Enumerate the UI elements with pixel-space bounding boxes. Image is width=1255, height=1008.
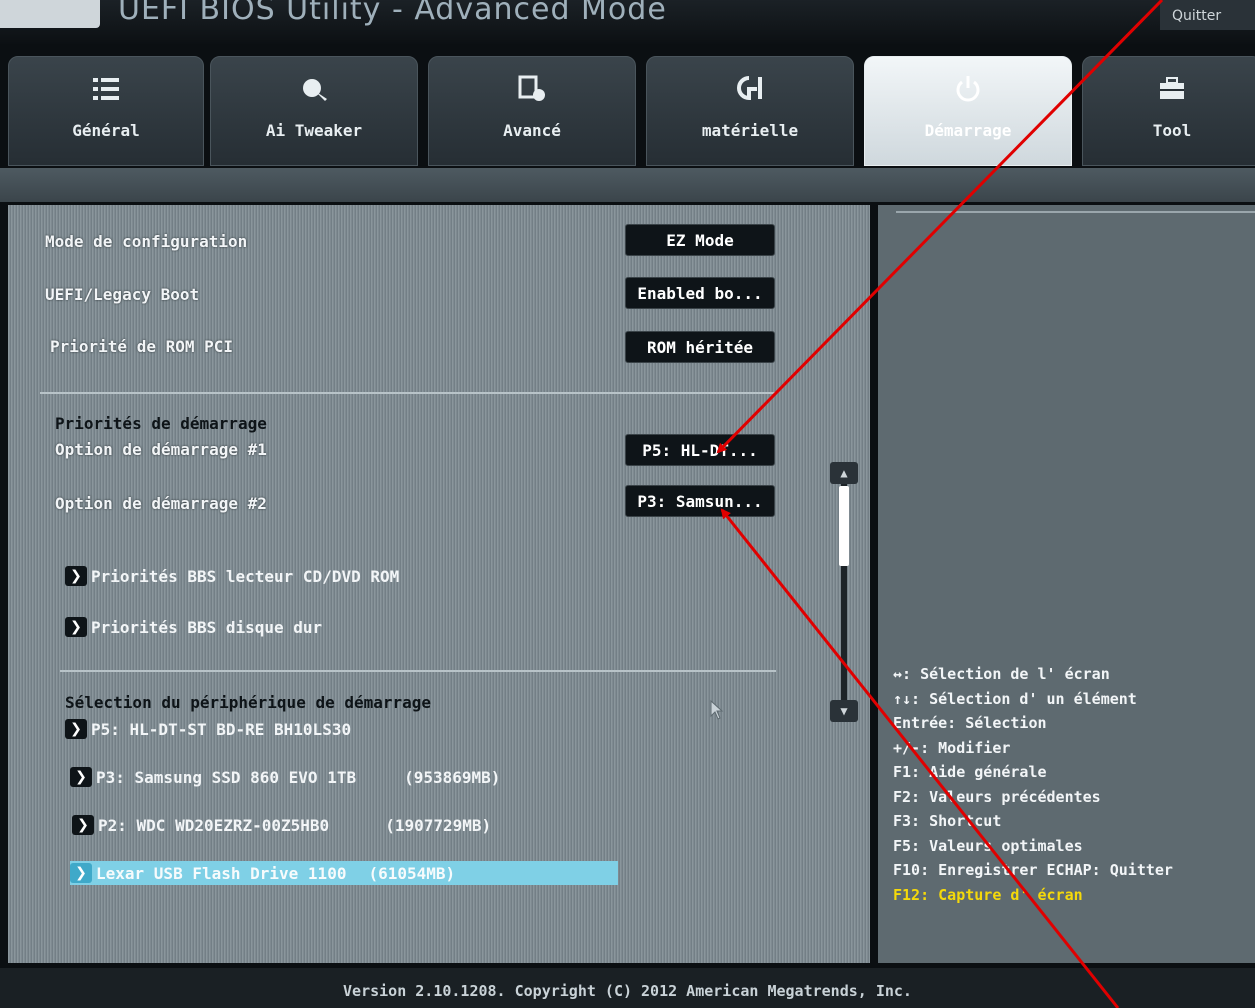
divider [60, 670, 776, 672]
help-line: F2: Valeurs précédentes [893, 787, 1101, 806]
key-help: ↔: Sélection de l' écran ↑↓: Sélection d… [893, 662, 1253, 907]
footer: Version 2.10.1208. Copyright (C) 2012 Am… [0, 968, 1255, 1008]
help-line: ↔: Sélection de l' écran [893, 665, 1110, 683]
tab-label: matérielle [701, 121, 799, 140]
device-name: Lexar USB Flash Drive 1100 [96, 863, 347, 883]
boot-option-2-label: Option de démarrage #2 [55, 494, 267, 513]
help-line: F10: Enregistrer ECHAP: Quitter [893, 861, 1173, 879]
tab-label: Avancé [503, 121, 561, 140]
boot-option-2-button[interactable]: P3: Samsun... [625, 485, 775, 517]
scroll-thumb[interactable] [839, 486, 849, 566]
advanced-icon [518, 75, 545, 101]
boot-device-item[interactable]: ❯ P2: WDC WD20EZRZ-00Z5HB0 (1907729MB) [72, 815, 491, 835]
boot-device-item[interactable]: ❯ Lexar USB Flash Drive 1100 (61054MB) [70, 861, 618, 885]
help-line: F3: Shortcut [893, 812, 1002, 830]
uefi-boot-button[interactable]: Enabled bo... [625, 277, 775, 309]
bbs-cdrom-link[interactable]: ❯ Priorités BBS lecteur CD/DVD ROM [65, 566, 399, 586]
help-line: F12: Capture d' écran [893, 885, 1083, 904]
tweaker-icon [303, 79, 327, 101]
bbs-hdd-link[interactable]: ❯ Priorités BBS disque dur [65, 617, 322, 637]
asus-logo [0, 0, 100, 28]
title-bar: UEFI BIOS Utility - Advanced Mode Quitte… [0, 0, 1255, 44]
bbs-cdrom-label: Priorités BBS lecteur CD/DVD ROM [91, 566, 400, 586]
version-text: Version 2.10.1208. Copyright (C) 2012 Am… [343, 982, 912, 1000]
help-line: F5: Valeurs optimales [893, 836, 1083, 855]
device-name: P2: WDC WD20EZRZ-00Z5HB0 [98, 815, 330, 835]
exit-button[interactable]: Quitter [1160, 0, 1255, 30]
tab-ai-tweaker[interactable]: Ai Tweaker [210, 56, 418, 166]
selected-boot-device[interactable]: ❯ Lexar USB Flash Drive 1100 (61054MB) [70, 861, 618, 885]
tab-label: Ai Tweaker [265, 121, 363, 140]
monitor-icon [737, 76, 762, 101]
boot-option-1-label: Option de démarrage #1 [55, 440, 267, 459]
sub-bar [0, 168, 1255, 202]
pci-rom-button[interactable]: ROM héritée [625, 331, 775, 363]
device-name: P5: HL-DT-ST BD-RE BH10LS30 [91, 719, 352, 739]
chevron-right-icon: ❯ [72, 815, 94, 835]
tab-boot[interactable]: Démarrage [864, 56, 1072, 166]
boot-device-item[interactable]: ❯ P5: HL-DT-ST BD-RE BH10LS30 [65, 719, 351, 739]
device-size: (953869MB) [404, 767, 501, 787]
chevron-right-icon: ❯ [70, 767, 92, 787]
boot-priorities-heading: Priorités de démarrage [55, 414, 267, 433]
device-size: (61054MB) [368, 863, 456, 883]
pci-rom-label: Priorité de ROM PCI [50, 337, 234, 356]
bios-title: UEFI BIOS Utility - Advanced Mode [118, 0, 667, 27]
tab-label: Tool [1152, 121, 1192, 140]
chevron-right-icon: ❯ [65, 566, 87, 586]
toolbox-icon [1160, 77, 1184, 99]
scroll-up-button[interactable]: ▲ [830, 462, 858, 484]
main-tabs: Général Ai Tweaker Avancé matérielle Dém… [0, 50, 1255, 170]
chevron-right-icon: ❯ [65, 617, 87, 637]
scrollbar[interactable]: ▲ ▼ [830, 462, 858, 722]
boot-option-1-button[interactable]: P5: HL-DT... [625, 434, 775, 466]
help-line: ↑↓: Sélection d' un élément [893, 689, 1137, 708]
tab-label: Démarrage [924, 121, 1012, 140]
help-line: F1: Aide générale [893, 763, 1047, 781]
bbs-hdd-label: Priorités BBS disque dur [91, 617, 323, 637]
tab-label: Général [72, 121, 140, 140]
tab-general[interactable]: Général [8, 56, 204, 166]
uefi-boot-label: UEFI/Legacy Boot [45, 285, 200, 304]
mouse-cursor-icon [710, 700, 724, 720]
config-mode-label: Mode de configuration [45, 232, 248, 251]
divider [896, 211, 1255, 213]
tab-hardware[interactable]: matérielle [646, 56, 854, 166]
help-line: +/-: Modifier [893, 738, 1011, 757]
help-line: Entrée: Sélection [893, 714, 1047, 732]
list-icon [93, 78, 119, 100]
device-size: (1907729MB) [385, 815, 492, 835]
config-mode-button[interactable]: EZ Mode [625, 224, 775, 256]
device-name: P3: Samsung SSD 860 EVO 1TB [96, 767, 357, 787]
chevron-right-icon: ❯ [65, 719, 87, 739]
scroll-down-button[interactable]: ▼ [830, 700, 858, 722]
chevron-right-icon: ❯ [70, 863, 92, 883]
device-selection-heading: Sélection du périphérique de démarrage [65, 693, 432, 712]
tab-tool[interactable]: Tool [1082, 56, 1255, 166]
power-icon [956, 76, 980, 102]
divider [40, 392, 776, 394]
boot-device-item[interactable]: ❯ P3: Samsung SSD 860 EVO 1TB (953869MB) [70, 767, 500, 787]
tab-advanced[interactable]: Avancé [428, 56, 636, 166]
